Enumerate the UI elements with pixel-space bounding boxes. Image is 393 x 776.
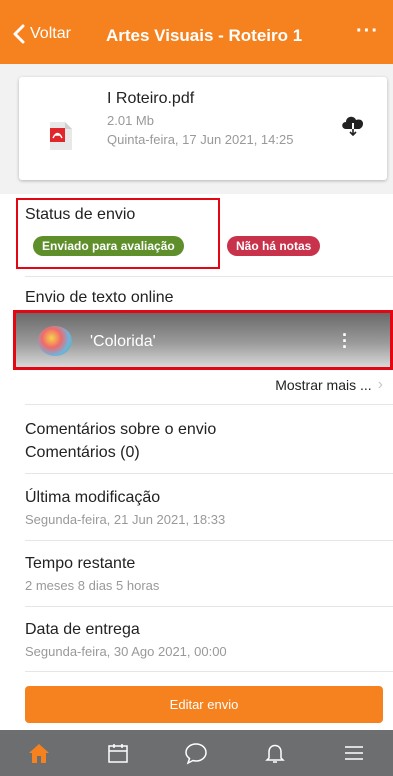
file-area: I Roteiro.pdf 2.01 Mb Quinta-feira, 17 J… xyxy=(0,64,393,194)
time-remaining-heading: Tempo restante xyxy=(25,555,136,572)
divider xyxy=(25,671,393,672)
bottom-tab-bar xyxy=(0,730,393,776)
time-remaining-value: 2 meses 8 dias 5 horas xyxy=(25,578,160,593)
tab-messages[interactable] xyxy=(176,733,216,773)
file-name[interactable]: I Roteiro.pdf xyxy=(107,90,194,108)
file-date: Quinta-feira, 17 Jun 2021, 14:25 xyxy=(107,132,294,147)
status-heading: Status de envio xyxy=(25,206,136,223)
divider xyxy=(25,404,393,405)
tab-calendar[interactable] xyxy=(98,733,138,773)
due-date-heading: Data de entrega xyxy=(25,621,140,638)
back-label: Voltar xyxy=(30,25,71,42)
more-options-button[interactable]: ··· xyxy=(356,20,379,43)
due-date-value: Segunda-feira, 30 Ago 2021, 00:00 xyxy=(25,644,227,659)
divider xyxy=(25,473,393,474)
file-size: 2.01 Mb xyxy=(107,113,154,128)
online-text-heading: Envio de texto online xyxy=(25,289,174,306)
kebab-menu-icon[interactable]: · · · xyxy=(342,326,348,356)
page-title: Artes Visuais - Roteiro 1 xyxy=(106,26,303,45)
tab-notifications[interactable] xyxy=(255,733,295,773)
back-button[interactable]: Voltar xyxy=(12,24,71,44)
divider xyxy=(25,276,393,277)
cloud-download-icon[interactable] xyxy=(340,113,366,137)
online-text-item[interactable]: 'Colorida' · · · xyxy=(13,310,393,370)
menu-icon xyxy=(344,746,363,760)
show-more-link[interactable]: Mostrar mais ... › xyxy=(275,376,383,394)
home-icon xyxy=(29,744,50,763)
app-header: Voltar Artes Visuais - Roteiro 1 ··· xyxy=(0,0,393,64)
divider xyxy=(25,540,393,541)
tab-menu[interactable] xyxy=(334,733,374,773)
tab-home[interactable] xyxy=(19,733,59,773)
status-badge-grade: Não há notas xyxy=(227,236,321,256)
show-more-label: Mostrar mais ... xyxy=(275,377,372,393)
comments-heading: Comentários sobre o envio xyxy=(25,421,217,438)
chat-icon xyxy=(185,743,208,765)
last-modified-value: Segunda-feira, 21 Jun 2021, 18:33 xyxy=(25,512,226,527)
calendar-icon xyxy=(108,744,128,763)
chevron-left-icon xyxy=(13,24,25,44)
pdf-icon xyxy=(50,122,72,150)
chevron-right-icon: › xyxy=(377,376,383,393)
file-card[interactable]: I Roteiro.pdf 2.01 Mb Quinta-feira, 17 J… xyxy=(19,77,387,180)
bell-icon xyxy=(265,744,285,763)
online-text-item-label: 'Colorida' xyxy=(90,333,156,350)
edit-submission-button[interactable]: Editar envio xyxy=(25,686,383,723)
divider xyxy=(25,606,393,607)
status-badge-submitted: Enviado para avaliação xyxy=(33,236,184,256)
comments-count[interactable]: Comentários (0) xyxy=(25,444,140,462)
last-modified-heading: Última modificação xyxy=(25,489,161,506)
avatar xyxy=(38,326,72,356)
